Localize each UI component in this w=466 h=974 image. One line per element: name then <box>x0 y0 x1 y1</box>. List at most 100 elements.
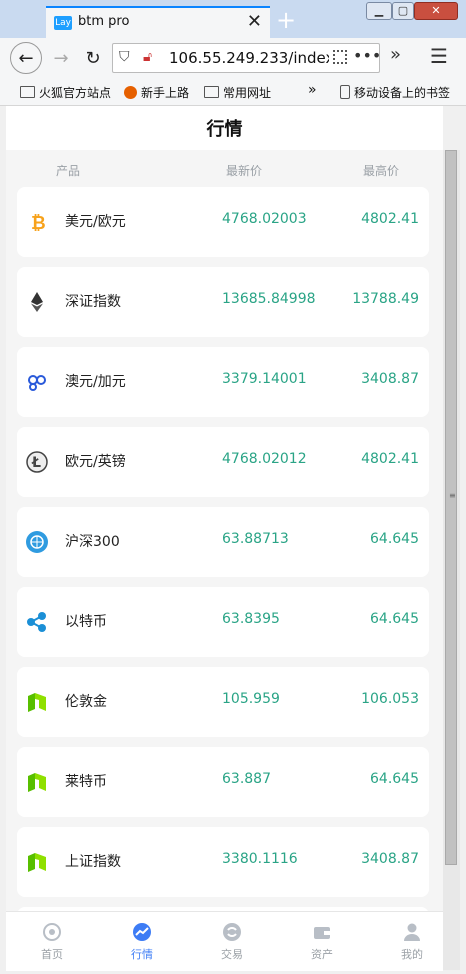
url-text[interactable]: 106.55.249.233/index/in <box>169 49 329 67</box>
browser-tab[interactable]: Lay btm pro ✕ <box>46 6 270 38</box>
more-dots-icon[interactable]: ••• <box>353 46 381 65</box>
bitcoin-icon: ₿ <box>31 213 46 233</box>
high-price: 13788.49 <box>352 291 419 307</box>
ripple-icon <box>27 612 46 632</box>
exchange-icon <box>223 923 241 941</box>
tab-close-icon[interactable]: ✕ <box>247 11 262 32</box>
window-minimize-button[interactable]: ▁ <box>366 2 392 20</box>
column-header-latest: 最新价 <box>226 164 263 178</box>
ethereum-icon <box>31 292 43 312</box>
address-bar[interactable]: ⛉ 🔓︎ 106.55.249.233/index/in ••• <box>112 43 381 73</box>
wallet-icon <box>314 927 330 939</box>
new-tab-plus-icon[interactable]: + <box>276 6 296 34</box>
high-price: 4802.41 <box>361 211 419 227</box>
market-row[interactable]: 澳元/加元 3379.14001 3408.87 <box>17 347 429 417</box>
scrollbar-thumb[interactable]: ≡ <box>445 150 457 865</box>
product-name: 澳元/加元 <box>65 374 126 390</box>
bookmark-common-sites[interactable]: 常用网址 <box>204 84 271 101</box>
shield-icon[interactable]: ⛉ <box>119 49 130 65</box>
bookmark-mobile[interactable]: 移动设备上的书签 <box>340 84 450 101</box>
firefox-icon <box>124 86 137 99</box>
folder-icon <box>204 86 219 98</box>
latest-price: 3379.14001 <box>222 371 307 387</box>
latest-price: 4768.02003 <box>222 211 307 227</box>
page-scrollbar[interactable]: ≡ <box>443 150 460 970</box>
phone-icon <box>340 85 350 99</box>
home-icon <box>43 923 61 941</box>
product-name: 莱特币 <box>65 774 107 790</box>
product-name: 伦敦金 <box>65 694 107 710</box>
nav-label: 行情 <box>131 948 153 961</box>
reload-icon[interactable]: ↻ <box>78 44 108 74</box>
window-close-button[interactable]: ✕ <box>414 2 458 20</box>
overflow-chevron-icon[interactable]: » <box>390 44 401 65</box>
litecoin-icon: Ł <box>26 451 48 473</box>
browser-navbar: ← → ↻ ⛉ 🔓︎ 106.55.249.233/index/in ••• »… <box>0 38 466 80</box>
back-arrow-icon[interactable]: ← <box>10 42 42 74</box>
folder-icon <box>20 86 35 98</box>
scroll-grip-icon: ≡ <box>449 491 456 500</box>
bookmarks-bar: 火狐官方站点 新手上路 常用网址 » 移动设备上的书签 <box>0 80 466 106</box>
market-row[interactable]: 莱特币 63.887 64.645 <box>17 747 429 817</box>
user-icon <box>404 923 420 941</box>
high-price: 3408.87 <box>361 371 419 387</box>
nav-home[interactable]: 首页 <box>22 922 82 962</box>
nav-label: 首页 <box>41 948 63 961</box>
bookmark-getting-started[interactable]: 新手上路 <box>124 84 189 101</box>
product-name: 沪深300 <box>65 534 120 550</box>
product-name: 上证指数 <box>65 854 121 870</box>
market-row[interactable]: 深证指数 13685.84998 13788.49 <box>17 267 429 337</box>
product-name: 美元/欧元 <box>65 214 126 230</box>
latest-price: 63.887 <box>222 771 271 787</box>
neo-icon <box>28 773 46 792</box>
globe-coin-icon <box>26 531 48 553</box>
latest-price: 3380.1116 <box>222 851 298 867</box>
high-price: 64.645 <box>370 771 419 787</box>
high-price: 64.645 <box>370 531 419 547</box>
column-header-high: 最高价 <box>363 164 400 178</box>
trend-icon <box>133 923 151 941</box>
product-name: 以特币 <box>65 614 107 630</box>
forward-arrow-icon[interactable]: → <box>46 44 76 74</box>
nav-label: 交易 <box>221 948 243 961</box>
link-rings-icon <box>28 375 46 391</box>
market-row[interactable]: ₿ 美元/欧元 4768.02003 4802.41 <box>17 187 429 257</box>
high-price: 64.645 <box>370 611 419 627</box>
hamburger-menu-icon[interactable]: ☰ <box>430 44 448 68</box>
insecure-lock-icon[interactable]: 🔓︎ <box>143 49 152 65</box>
window-maximize-button[interactable]: ▢ <box>392 2 414 20</box>
nav-market[interactable]: 行情 <box>112 922 172 962</box>
neo-icon <box>28 693 46 712</box>
latest-price: 13685.84998 <box>222 291 316 307</box>
market-row[interactable]: 沪深300 63.88713 64.645 <box>17 507 429 577</box>
qr-code-icon[interactable] <box>333 50 347 64</box>
tab-title: btm pro <box>78 14 130 29</box>
column-header-product: 产品 <box>56 164 81 178</box>
market-page: 行情 产品 最新价 最高价 ₿ 美元/欧元 4768.02003 4802.41… <box>6 106 443 971</box>
nav-label: 资产 <box>311 948 333 961</box>
nav-label: 我的 <box>401 948 423 961</box>
page-title: 行情 <box>6 106 443 150</box>
high-price: 4802.41 <box>361 451 419 467</box>
nav-trade[interactable]: 交易 <box>202 922 262 962</box>
market-row[interactable]: 伦敦金 105.959 106.053 <box>17 667 429 737</box>
nav-assets[interactable]: 资产 <box>292 922 352 962</box>
latest-price: 63.88713 <box>222 531 289 547</box>
layui-favicon-icon: Lay <box>54 16 72 30</box>
market-row[interactable]: Ł 欧元/英镑 4768.02012 4802.41 <box>17 427 429 497</box>
latest-price: 63.8395 <box>222 611 280 627</box>
svg-text:Ł: Ł <box>31 455 41 471</box>
svg-text:₿: ₿ <box>31 213 46 233</box>
bookmarks-overflow-chevron-icon[interactable]: » <box>308 82 317 98</box>
product-name: 欧元/英镑 <box>65 454 126 470</box>
nav-profile[interactable]: 我的 <box>382 922 442 962</box>
bookmark-firefox-site[interactable]: 火狐官方站点 <box>20 84 111 101</box>
high-price: 106.053 <box>361 691 419 707</box>
high-price: 3408.87 <box>361 851 419 867</box>
market-row[interactable]: 以特币 63.8395 64.645 <box>17 587 429 657</box>
market-row[interactable]: 上证指数 3380.1116 3408.87 <box>17 827 429 897</box>
browser-titlebar: Lay btm pro ✕ + ▁ ▢ ✕ <box>0 0 466 38</box>
product-name: 深证指数 <box>65 294 121 310</box>
neo-icon <box>28 853 46 872</box>
bottom-nav: 首页 行情 交易 资产 我的 <box>6 911 443 971</box>
